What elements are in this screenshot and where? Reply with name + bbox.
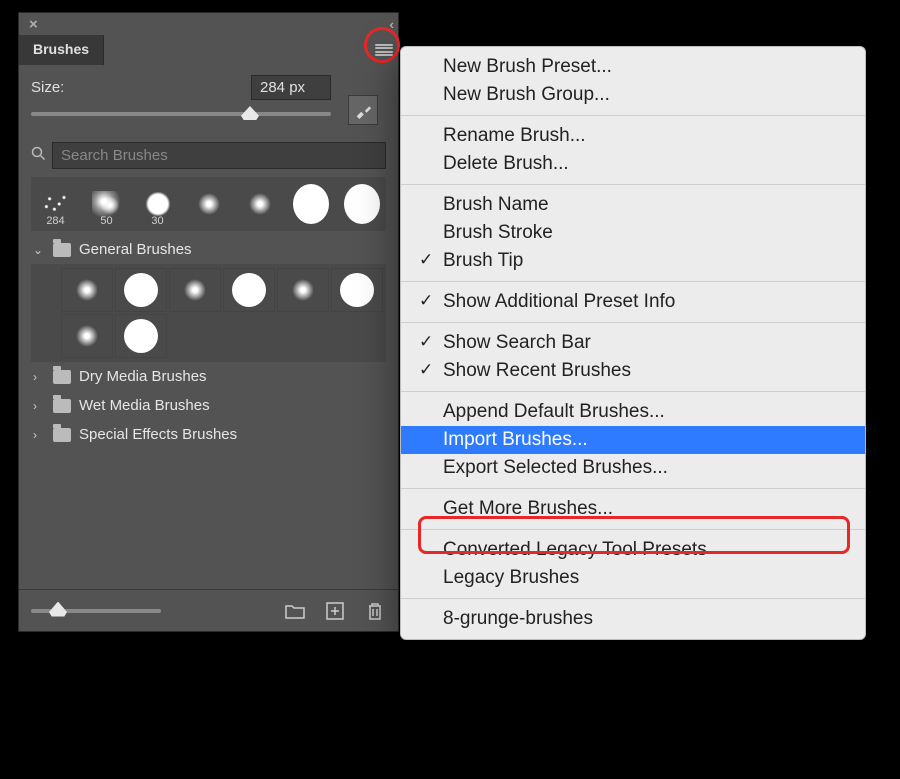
brush-preset[interactable]: 50 bbox=[82, 179, 131, 229]
menu-item[interactable]: Show Recent Brushes bbox=[401, 357, 865, 385]
recent-brushes-row: 284 50 30 bbox=[31, 177, 386, 231]
menu-separator bbox=[401, 184, 865, 185]
brush-grid bbox=[31, 264, 386, 362]
tab-brushes[interactable]: Brushes bbox=[19, 35, 104, 65]
brush-size-label: 50 bbox=[83, 215, 130, 227]
menu-item[interactable]: Export Selected Brushes... bbox=[401, 454, 865, 482]
save-to-folder-button[interactable] bbox=[284, 601, 306, 621]
menu-item[interactable]: Import Brushes... bbox=[401, 426, 865, 454]
brush-preset[interactable] bbox=[169, 268, 221, 312]
menu-item[interactable]: Show Additional Preset Info bbox=[401, 288, 865, 316]
size-label: Size: bbox=[31, 79, 64, 96]
folder-label: General Brushes bbox=[79, 241, 192, 258]
brush-size-label: 30 bbox=[134, 215, 181, 227]
search-icon bbox=[31, 146, 46, 165]
menu-item[interactable]: Converted Legacy Tool Presets bbox=[401, 536, 865, 564]
folder-label: Special Effects Brushes bbox=[79, 426, 237, 443]
size-slider[interactable] bbox=[31, 112, 331, 116]
brush-preset[interactable] bbox=[61, 314, 113, 358]
menu-item[interactable]: Append Default Brushes... bbox=[401, 398, 865, 426]
menu-item[interactable]: Legacy Brushes bbox=[401, 564, 865, 592]
search-input[interactable] bbox=[52, 142, 386, 169]
collapse-icon[interactable]: ‹‹ bbox=[389, 17, 390, 32]
folder-label: Dry Media Brushes bbox=[79, 368, 207, 385]
folder-label: Wet Media Brushes bbox=[79, 397, 210, 414]
panel-flyout-menu: New Brush Preset...New Brush Group... Ren… bbox=[400, 46, 866, 640]
brush-preset[interactable] bbox=[115, 314, 167, 358]
menu-item[interactable]: New Brush Preset... bbox=[401, 53, 865, 81]
brush-preset[interactable] bbox=[277, 268, 329, 312]
menu-separator bbox=[401, 281, 865, 282]
menu-item[interactable]: Brush Name bbox=[401, 191, 865, 219]
brush-folder[interactable]: ⌄ General Brushes bbox=[31, 235, 386, 264]
menu-item[interactable]: Rename Brush... bbox=[401, 122, 865, 150]
brush-preset[interactable] bbox=[184, 179, 233, 229]
panel-menu-button[interactable] bbox=[370, 35, 398, 65]
brush-folder[interactable]: › Dry Media Brushes bbox=[31, 362, 386, 391]
menu-item[interactable]: Brush Stroke bbox=[401, 219, 865, 247]
brush-preset[interactable]: 284 bbox=[31, 179, 80, 229]
panel-footer bbox=[19, 589, 398, 631]
folder-icon bbox=[53, 428, 71, 442]
slider-thumb-icon[interactable] bbox=[49, 602, 67, 617]
size-input[interactable] bbox=[251, 75, 331, 100]
menu-item[interactable]: Brush Tip bbox=[401, 247, 865, 275]
preview-size-slider[interactable] bbox=[31, 609, 161, 613]
chevron-down-icon: ⌄ bbox=[33, 243, 45, 257]
brush-preset[interactable] bbox=[331, 268, 383, 312]
menu-item[interactable]: Get More Brushes... bbox=[401, 495, 865, 523]
slider-thumb-icon[interactable] bbox=[241, 106, 259, 120]
chevron-right-icon: › bbox=[33, 370, 45, 384]
menu-item[interactable]: 8-grunge-brushes bbox=[401, 605, 865, 633]
brush-folders: ⌄ General Brushes › Dry Media Brushes › Wet M… bbox=[31, 231, 386, 453]
brush-preview-toggle[interactable] bbox=[348, 95, 378, 125]
menu-separator bbox=[401, 529, 865, 530]
menu-item[interactable]: New Brush Group... bbox=[401, 81, 865, 109]
brush-preset[interactable]: 30 bbox=[133, 179, 182, 229]
brush-preset[interactable] bbox=[115, 268, 167, 312]
delete-brush-button[interactable] bbox=[364, 601, 386, 621]
menu-item[interactable]: Show Search Bar bbox=[401, 329, 865, 357]
new-brush-button[interactable] bbox=[324, 601, 346, 621]
brush-icon bbox=[354, 101, 372, 119]
brush-preset[interactable] bbox=[235, 179, 284, 229]
panel-body: Size: 284 50 30 ⌄ General Brushes › Dry Media… bbox=[19, 65, 398, 453]
brushes-panel: × ‹‹ Brushes Size: 2845030 ⌄Gener bbox=[18, 12, 399, 632]
menu-item[interactable]: Delete Brush... bbox=[401, 150, 865, 178]
menu-separator bbox=[401, 391, 865, 392]
chevron-right-icon: › bbox=[33, 428, 45, 442]
brush-folder[interactable]: › Special Effects Brushes bbox=[31, 420, 386, 449]
menu-separator bbox=[401, 115, 865, 116]
menu-separator bbox=[401, 598, 865, 599]
brush-preset[interactable] bbox=[61, 268, 113, 312]
hamburger-icon bbox=[375, 44, 393, 56]
brush-size-label: 284 bbox=[32, 215, 79, 227]
brush-preset[interactable] bbox=[223, 268, 275, 312]
brush-preset[interactable] bbox=[337, 179, 386, 229]
brush-folder[interactable]: › Wet Media Brushes bbox=[31, 391, 386, 420]
folder-icon bbox=[53, 243, 71, 257]
folder-icon bbox=[53, 399, 71, 413]
brush-preset[interactable] bbox=[286, 179, 335, 229]
panel-tabs: Brushes bbox=[19, 35, 398, 65]
chevron-right-icon: › bbox=[33, 399, 45, 413]
close-icon[interactable]: × bbox=[29, 16, 38, 33]
menu-separator bbox=[401, 488, 865, 489]
folder-icon bbox=[53, 370, 71, 384]
panel-header: × ‹‹ bbox=[19, 13, 398, 35]
menu-separator bbox=[401, 322, 865, 323]
